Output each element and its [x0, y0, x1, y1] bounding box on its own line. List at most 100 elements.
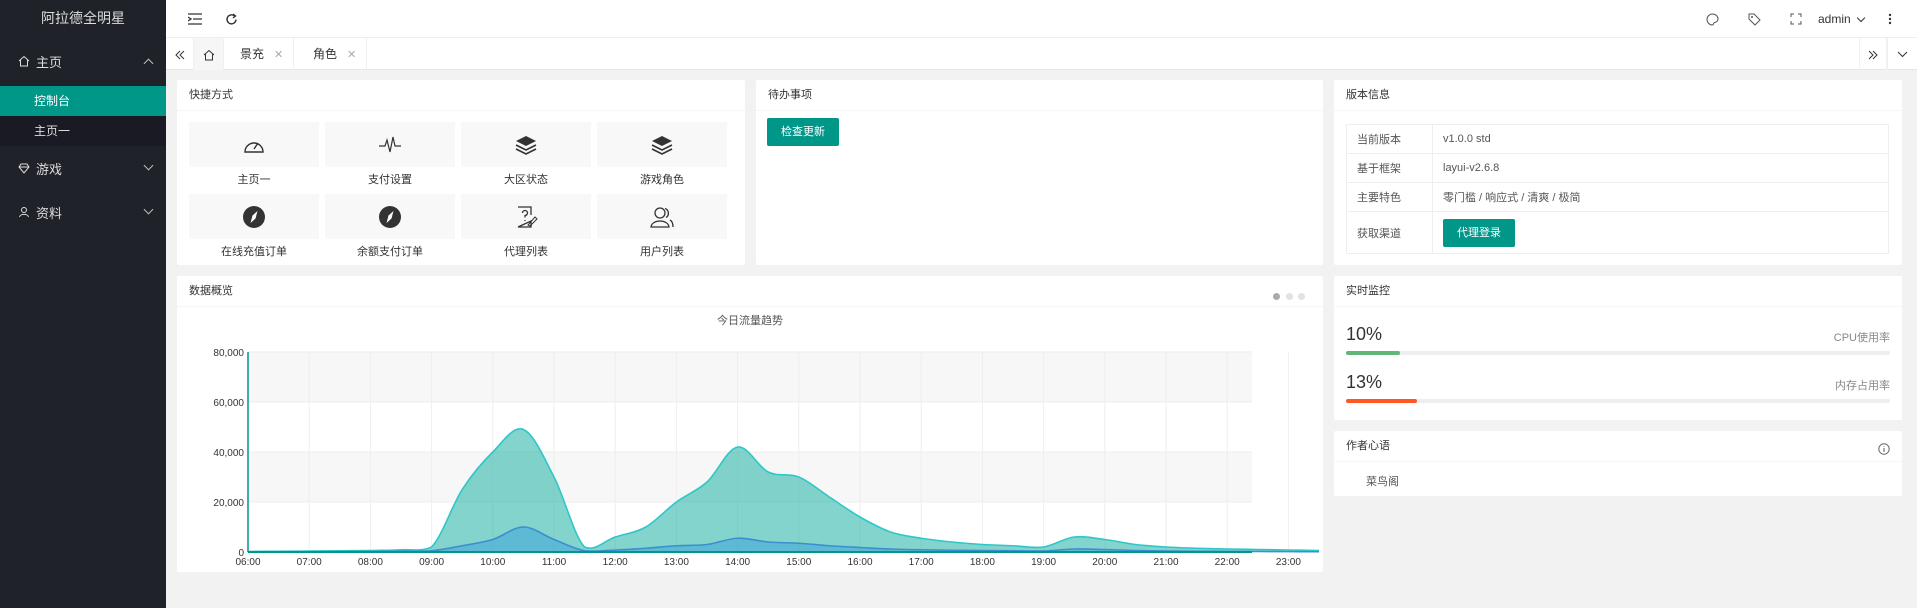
y-tick-label: 20,000 — [213, 498, 244, 509]
table-cell: 当前版本 — [1346, 124, 1433, 154]
dashboard-icon — [244, 141, 264, 153]
table-cell: 主要特色 — [1346, 182, 1433, 212]
theme-icon[interactable] — [1697, 0, 1727, 38]
tab-role[interactable]: 角色 ✕ — [297, 38, 368, 70]
tab-recharge[interactable]: 景充 ✕ — [224, 38, 295, 70]
quick-item[interactable]: 支付设置 — [325, 122, 455, 187]
table-cell: 基于框架 — [1346, 153, 1433, 183]
chevron-down-icon — [143, 204, 154, 215]
x-tick-label: 18:00 — [970, 557, 995, 568]
pulse-icon — [379, 136, 401, 152]
close-icon[interactable]: ✕ — [274, 49, 283, 61]
carousel-dot[interactable] — [1285, 293, 1293, 300]
x-tick-label: 20:00 — [1092, 557, 1117, 568]
quick-label: 游戏角色 — [640, 174, 684, 186]
quick-label: 主页一 — [237, 174, 271, 186]
tab-scroll-left-icon[interactable] — [166, 38, 194, 70]
table-cell: 代理登录 — [1432, 211, 1889, 254]
version-card: 版本信息 当前版本 v1.0.0 std 基于框架 layui-v2.6.8 主要特… — [1334, 80, 1902, 265]
x-tick-label: 07:00 — [297, 557, 322, 568]
sidebar-item-game[interactable]: 游戏 — [0, 146, 166, 190]
quick-label: 大区状态 — [504, 174, 548, 186]
close-icon[interactable]: ✕ — [347, 49, 356, 61]
user-name: admin — [1817, 12, 1851, 26]
layers-icon — [651, 135, 673, 155]
quick-item[interactable]: 主页一 — [189, 122, 319, 187]
cpu-value: 10% — [1346, 324, 1383, 344]
home-icon — [203, 49, 214, 61]
table-cell: v1.0.0 std — [1432, 124, 1889, 154]
version-table: 当前版本 v1.0.0 std 基于框架 layui-v2.6.8 主要特色 零门槛 … — [1346, 124, 1889, 254]
fullscreen-icon[interactable] — [1781, 0, 1811, 38]
table-cell: layui-v2.6.8 — [1432, 153, 1889, 183]
survey-icon — [517, 205, 538, 228]
quick-item[interactable]: 余额支付订单 — [325, 194, 455, 259]
layers-icon — [515, 135, 537, 155]
compass-icon — [379, 205, 401, 228]
sidebar-item-console[interactable]: 控制台 — [0, 86, 166, 116]
progress-fill — [1346, 399, 1417, 403]
card-title: 待办事项 — [756, 80, 1323, 111]
tab-label: 角色 — [313, 47, 338, 61]
menu-fold-icon[interactable] — [180, 0, 210, 38]
tab-menu-chevron-down-icon[interactable] — [1887, 38, 1917, 70]
tag-icon[interactable] — [1739, 0, 1769, 38]
x-tick-label: 06:00 — [235, 557, 260, 568]
x-tick-label: 23:00 — [1276, 557, 1301, 568]
quick-item[interactable]: 游戏角色 — [597, 122, 727, 187]
tab-scroll-right-icon[interactable] — [1859, 38, 1887, 70]
chart-title: 今日流量趋势 — [717, 313, 783, 327]
table-cell: 零门槛 / 响应式 / 清爽 / 极简 — [1432, 182, 1889, 212]
quick-item[interactable]: 代理列表 — [461, 194, 591, 259]
tab-home[interactable] — [194, 38, 224, 70]
quick-label: 用户列表 — [640, 246, 684, 258]
table-cell: 获取渠道 — [1346, 211, 1433, 254]
quick-item[interactable]: 用户列表 — [597, 194, 727, 259]
x-tick-label: 10:00 — [480, 557, 505, 568]
sidebar-item-home-one[interactable]: 主页一 — [0, 116, 166, 146]
x-tick-label: 22:00 — [1215, 557, 1240, 568]
carousel-dot[interactable] — [1273, 293, 1281, 300]
chevron-down-icon — [143, 160, 154, 171]
card-title: 作者心语 — [1334, 431, 1902, 462]
tab-label: 景充 — [240, 47, 265, 61]
quick-access-card: 快捷方式 主页一 支付设置 大区状态 游戏角色 在线充值订单 余额支付订单 代理… — [177, 80, 745, 265]
quick-label: 余额支付订单 — [357, 246, 423, 258]
memory-value: 13% — [1346, 372, 1383, 392]
author-card: 作者心语 菜鸟阁 — [1334, 431, 1902, 496]
user-menu[interactable]: admin — [1817, 0, 1866, 38]
x-tick-label: 09:00 — [419, 557, 444, 568]
user-icon — [19, 207, 29, 218]
x-tick-label: 08:00 — [358, 557, 383, 568]
refresh-icon[interactable] — [216, 0, 246, 38]
quick-item[interactable]: 大区状态 — [461, 122, 591, 187]
x-tick-label: 21:00 — [1153, 557, 1178, 568]
info-icon[interactable] — [1878, 443, 1890, 455]
check-update-button[interactable]: 检查更新 — [767, 118, 839, 146]
carousel-dots[interactable] — [1271, 289, 1305, 303]
x-tick-label: 16:00 — [847, 557, 872, 568]
overview-card: 数据概览 今日流量趋势 0 20,000 40,000 60,000 80,000 06:… — [177, 276, 1323, 572]
more-icon[interactable] — [1875, 0, 1905, 38]
memory-progress — [1346, 399, 1890, 403]
app-title: 阿拉德全明星 — [41, 10, 125, 26]
card-title-text: 作者心语 — [1346, 440, 1390, 452]
sidebar-item-home[interactable]: 主页 — [0, 36, 166, 86]
carousel-dot[interactable] — [1298, 293, 1305, 300]
home-icon — [18, 55, 30, 67]
table-row: 当前版本 v1.0.0 std — [1346, 124, 1889, 154]
sidebar-submenu: 控制台 主页一 — [0, 86, 166, 146]
sidebar: 阿拉德全明星 主页 控制台 主页一 游戏 资料 — [0, 0, 166, 608]
table-row: 获取渠道 代理登录 — [1346, 211, 1889, 254]
sidebar-item-data[interactable]: 资料 — [0, 190, 166, 234]
y-tick-label: 40,000 — [213, 448, 244, 459]
agent-login-button[interactable]: 代理登录 — [1443, 218, 1515, 247]
quick-label: 在线充值订单 — [221, 246, 287, 258]
tab-bar: 景充 ✕ 角色 ✕ — [166, 38, 1917, 70]
y-tick-label: 60,000 — [213, 398, 244, 409]
table-row: 主要特色 零门槛 / 响应式 / 清爽 / 极简 — [1346, 182, 1889, 212]
cpu-progress — [1346, 351, 1890, 355]
card-title: 数据概览 — [177, 276, 1323, 307]
quick-item[interactable]: 在线充值订单 — [189, 194, 319, 259]
x-tick-label: 14:00 — [725, 557, 750, 568]
